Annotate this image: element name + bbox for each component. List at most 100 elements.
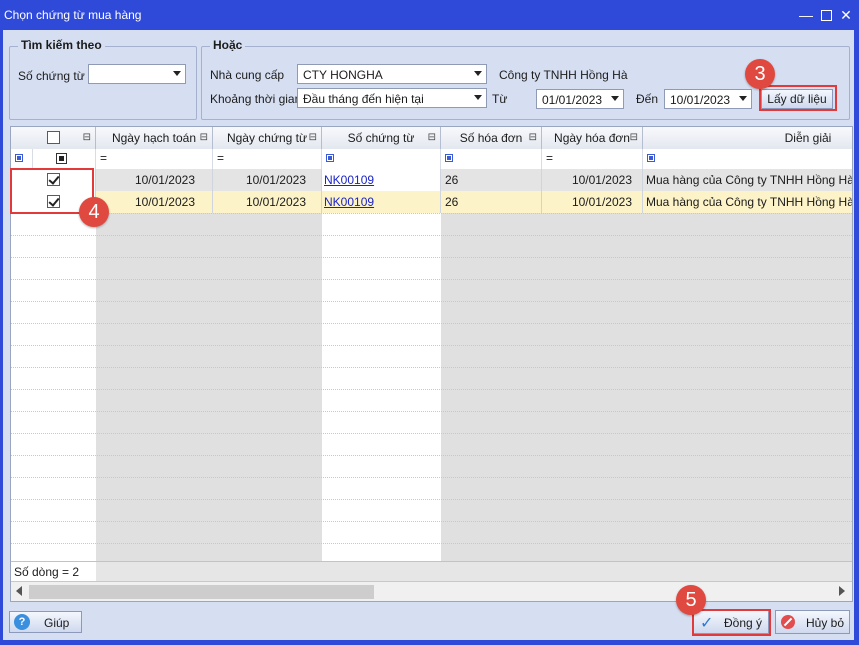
header-invoice-no[interactable]: Số hóa đơn ⊟ [441, 127, 542, 149]
dialog-window: Chọn chứng từ mua hàng — ✕ Tìm kiếm theo… [0, 0, 859, 645]
empty-row-line [11, 477, 852, 478]
doc-no-link[interactable]: NK00109 [324, 195, 374, 209]
empty-row-line [11, 455, 852, 456]
header-description[interactable]: Diễn giải [643, 127, 852, 149]
chevron-down-icon[interactable] [474, 95, 482, 100]
filter-operator-icon[interactable] [15, 154, 23, 162]
doc-no-cell: NK00109 [322, 191, 441, 213]
to-label: Đến [636, 92, 659, 106]
period-label: Khoảng thời gian [210, 92, 302, 106]
description-cell: Mua hàng của Công ty TNHH Hồng Hà the [646, 195, 853, 209]
filter-operator-icon[interactable] [445, 154, 453, 162]
empty-row-line [11, 367, 852, 368]
chevron-down-icon[interactable] [474, 71, 482, 76]
doc-no-cell: NK00109 [322, 169, 441, 191]
dialog-content: Tìm kiếm theo Số chứng từ Hoặc Nhà cung … [3, 30, 854, 640]
scroll-right-icon[interactable] [839, 586, 845, 596]
period-value: Đầu tháng đến hiện tại [303, 92, 424, 106]
scroll-left-icon[interactable] [16, 586, 22, 596]
header-check[interactable]: ⊟ [11, 127, 96, 149]
filter-row: = = = [11, 149, 852, 170]
maximize-icon[interactable] [817, 6, 835, 24]
doc-no-combo[interactable] [88, 64, 186, 84]
header-doc-date[interactable]: Ngày chứng từ ⊟ [213, 127, 322, 149]
filter-cell[interactable] [11, 149, 33, 169]
filter-operator-icon[interactable] [326, 154, 334, 162]
chevron-down-icon[interactable] [739, 96, 747, 101]
empty-row-line [11, 499, 852, 500]
header-posting-date[interactable]: Ngày hạch toán ⊟ [96, 127, 213, 149]
doc-date-cell: 10/01/2023 [213, 169, 322, 191]
footer-summary [96, 561, 852, 582]
supplier-label: Nhà cung cấp [210, 68, 285, 82]
empty-row-line [11, 433, 852, 434]
empty-row-line [11, 213, 852, 214]
filter-checkbox[interactable] [56, 153, 67, 164]
select-all-checkbox[interactable] [47, 131, 60, 144]
filter-operator-icon[interactable] [647, 154, 655, 162]
filter-cell-doc-no[interactable] [322, 149, 441, 169]
check-column-bg [11, 169, 96, 561]
or-legend: Hoặc [210, 38, 246, 52]
pin-icon[interactable]: ⊟ [428, 127, 436, 149]
filter-cell-check[interactable] [33, 149, 96, 169]
chevron-down-icon[interactable] [611, 96, 619, 101]
empty-row-line [11, 257, 852, 258]
supplier-combo[interactable]: CTY HONGHA [297, 64, 487, 84]
help-icon: ? [14, 614, 30, 630]
invoice-date-cell: 10/01/2023 [542, 191, 643, 213]
period-combo[interactable]: Đầu tháng đến hiện tại [297, 88, 487, 108]
invoice-date-cell: 10/01/2023 [542, 169, 643, 191]
filter-cell-doc-date[interactable]: = [213, 149, 322, 169]
pin-icon[interactable]: ⊟ [200, 127, 208, 149]
row-checkbox[interactable] [47, 195, 60, 208]
checkmark-icon: ✓ [700, 615, 714, 632]
from-date-picker[interactable]: 01/01/2023 [536, 89, 624, 109]
empty-row-line [11, 411, 852, 412]
horizontal-scrollbar[interactable] [11, 581, 852, 601]
window-title: Chọn chứng từ mua hàng [4, 8, 142, 22]
empty-row-line [11, 301, 852, 302]
minimize-icon[interactable]: — [797, 6, 815, 24]
step-badge-3: 3 [745, 59, 775, 89]
load-data-button[interactable]: Lấy dữ liệu [761, 89, 833, 109]
pin-icon[interactable]: ⊟ [83, 127, 91, 149]
header-invoice-date[interactable]: Ngày hóa đơn ⊟ [542, 127, 643, 149]
supplier-value: CTY HONGHA [303, 68, 383, 82]
filter-cell-invoice-date[interactable]: = [542, 149, 643, 169]
filter-cell-invoice-no[interactable] [441, 149, 542, 169]
header-doc-no[interactable]: Số chứng từ ⊟ [322, 127, 441, 149]
doc-no-column-bg [322, 169, 441, 561]
supplier-name: Công ty TNHH Hồng Hà [499, 68, 628, 82]
to-date-picker[interactable]: 10/01/2023 [664, 89, 752, 109]
step-badge-5: 5 [676, 585, 706, 615]
posting-date-cell: 10/01/2023 [96, 191, 213, 213]
chevron-down-icon[interactable] [173, 71, 181, 76]
from-date-value: 01/01/2023 [542, 93, 603, 107]
title-bar[interactable]: Chọn chứng từ mua hàng — ✕ [0, 0, 859, 30]
pin-icon[interactable]: ⊟ [630, 127, 638, 149]
row-checkbox[interactable] [47, 173, 60, 186]
scroll-thumb[interactable] [29, 585, 374, 599]
doc-no-link[interactable]: NK00109 [324, 173, 374, 187]
row-count: Số dòng = 2 [11, 561, 96, 581]
filter-cell-description[interactable] [643, 149, 852, 169]
ok-button[interactable]: ✓ Đồng ý [693, 610, 769, 634]
table-row[interactable]: 10/01/2023 10/01/2023 NK00109 26 10/01/2… [11, 169, 852, 191]
table-row[interactable]: 10/01/2023 10/01/2023 NK00109 26 10/01/2… [11, 191, 853, 213]
posting-date-cell: 10/01/2023 [96, 169, 213, 191]
search-group: Tìm kiếm theo Số chứng từ [9, 38, 197, 120]
empty-row-line [11, 323, 852, 324]
close-icon[interactable]: ✕ [837, 6, 855, 24]
help-button[interactable]: ? Giúp [9, 611, 82, 633]
pin-icon[interactable]: ⊟ [529, 127, 537, 149]
invoice-no-cell: 26 [441, 169, 542, 191]
cancel-button[interactable]: Hủy bỏ [775, 610, 850, 634]
empty-row-line [11, 235, 852, 236]
empty-row-line [11, 521, 852, 522]
step-badge-4: 4 [79, 197, 109, 227]
empty-row-line [11, 389, 852, 390]
filter-cell-posting-date[interactable]: = [96, 149, 213, 169]
pin-icon[interactable]: ⊟ [309, 127, 317, 149]
to-date-value: 10/01/2023 [670, 93, 731, 107]
